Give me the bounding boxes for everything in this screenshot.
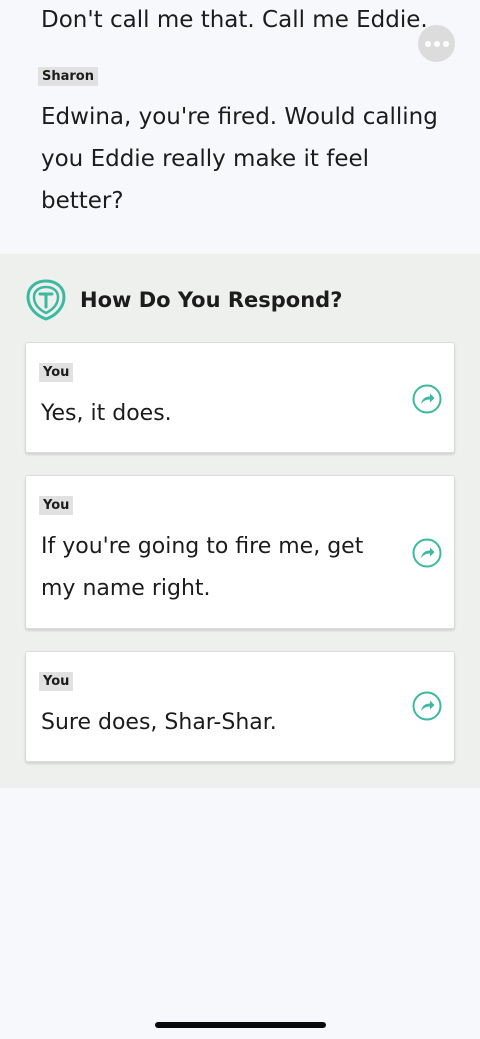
response-panel: How Do You Respond? You Yes, it does. Yo…	[0, 254, 480, 788]
response-option-1[interactable]: You Yes, it does.	[25, 342, 455, 453]
send-arrow-icon[interactable]	[412, 538, 442, 568]
conversation-area: Don't call me that. Call me Eddie. Sharo…	[0, 0, 480, 254]
send-arrow-icon[interactable]	[412, 691, 442, 721]
home-indicator[interactable]	[155, 1022, 326, 1028]
app-logo-icon	[26, 279, 66, 321]
speaker-name-tag: Sharon	[38, 67, 98, 86]
response-header: How Do You Respond?	[24, 278, 444, 322]
response-option-text: Sure does, Shar-Shar.	[41, 710, 277, 735]
speaker-name-tag: You	[39, 672, 74, 691]
more-dot	[433, 40, 440, 47]
speaker-message-text: Edwina, you're fired. Would calling you …	[41, 104, 438, 214]
previous-message-text: Don't call me that. Call me Eddie.	[41, 7, 428, 33]
speaker-name-tag: You	[39, 363, 74, 382]
more-horizontal-icon	[424, 40, 431, 47]
more-options-button[interactable]	[418, 25, 455, 62]
more-dot	[442, 40, 449, 47]
send-arrow-icon[interactable]	[412, 384, 442, 414]
response-title: How Do You Respond?	[80, 288, 343, 312]
speaker-name-tag: You	[39, 496, 74, 515]
response-option-text: If you're going to fire me, get my name …	[41, 534, 364, 601]
response-option-text: Yes, it does.	[41, 401, 172, 426]
response-option-3[interactable]: You Sure does, Shar-Shar.	[25, 651, 455, 762]
response-option-2[interactable]: You If you're going to fire me, get my n…	[25, 475, 455, 629]
